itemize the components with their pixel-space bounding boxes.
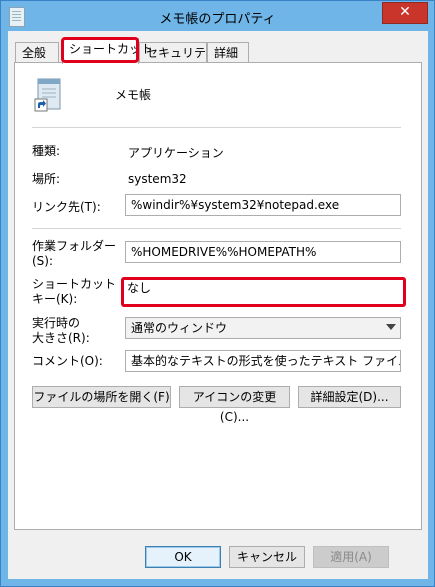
tab-details[interactable]: 詳細: [207, 42, 249, 63]
comment-input[interactable]: 基本的なテキストの形式を使ったテキスト ファイルの表示と編集を行います。: [125, 350, 401, 372]
workdir-label-line2: (S):: [32, 254, 54, 268]
workdir-label: 作業フォルダー (S):: [32, 239, 116, 269]
separator-2: [32, 228, 401, 229]
change-icon-button[interactable]: アイコンの変更(C)...: [179, 386, 290, 424]
separator-1: [32, 127, 401, 128]
type-value: アプリケーション: [128, 146, 224, 160]
type-label: 種類:: [32, 144, 61, 158]
run-size-label: 実行時の 大きさ(R):: [32, 316, 90, 346]
title-bar[interactable]: メモ帳のプロパティ ✕: [1, 1, 434, 31]
run-size-value: 通常のウィンドウ: [131, 321, 228, 335]
properties-window: メモ帳のプロパティ ✕ 全般 ショートカット セキュリティ 詳細 メモ帳 種類:: [0, 0, 435, 587]
hotkey-label-line1: ショートカット: [32, 277, 117, 291]
workdir-input[interactable]: %HOMEDRIVE%%HOMEPATH%: [125, 241, 401, 263]
comment-label: コメント(O):: [32, 354, 103, 368]
notepad-shortcut-icon: [34, 78, 61, 112]
hotkey-label-line2: キー(K):: [32, 292, 78, 306]
workdir-label-line1: 作業フォルダー: [32, 239, 117, 253]
ok-button[interactable]: OK: [145, 546, 221, 568]
location-value: system32: [128, 172, 187, 186]
hotkey-input[interactable]: なし: [121, 277, 406, 307]
close-button[interactable]: ✕: [382, 2, 428, 24]
window-title: メモ帳のプロパティ: [159, 12, 276, 27]
apply-button[interactable]: 適用(A): [313, 546, 389, 568]
run-size-select[interactable]: 通常のウィンドウ: [125, 317, 401, 339]
target-input[interactable]: %windir%¥system32¥notepad.exe: [125, 194, 401, 216]
tab-shortcut[interactable]: ショートカット: [62, 38, 153, 64]
location-label: 場所:: [32, 172, 61, 186]
tab-general[interactable]: 全般: [15, 42, 59, 63]
target-label: リンク先(T):: [32, 200, 101, 214]
dialog-client: 全般 ショートカット セキュリティ 詳細 メモ帳 種類: アプリケーション 場所…: [8, 31, 428, 579]
run-size-label-line2: 大きさ(R):: [32, 331, 90, 345]
shortcut-name: メモ帳: [115, 88, 152, 102]
hotkey-label: ショートカット キー(K):: [32, 277, 116, 307]
run-size-label-line1: 実行時の: [32, 316, 81, 330]
shortcut-panel: メモ帳 種類: アプリケーション 場所: system32 リンク先(T): %…: [14, 62, 422, 530]
advanced-settings-button[interactable]: 詳細設定(D)...: [298, 386, 401, 408]
open-file-location-button[interactable]: ファイルの場所を開く(F): [32, 386, 171, 408]
cancel-button[interactable]: キャンセル: [229, 546, 305, 568]
chevron-down-icon[interactable]: [386, 324, 396, 330]
